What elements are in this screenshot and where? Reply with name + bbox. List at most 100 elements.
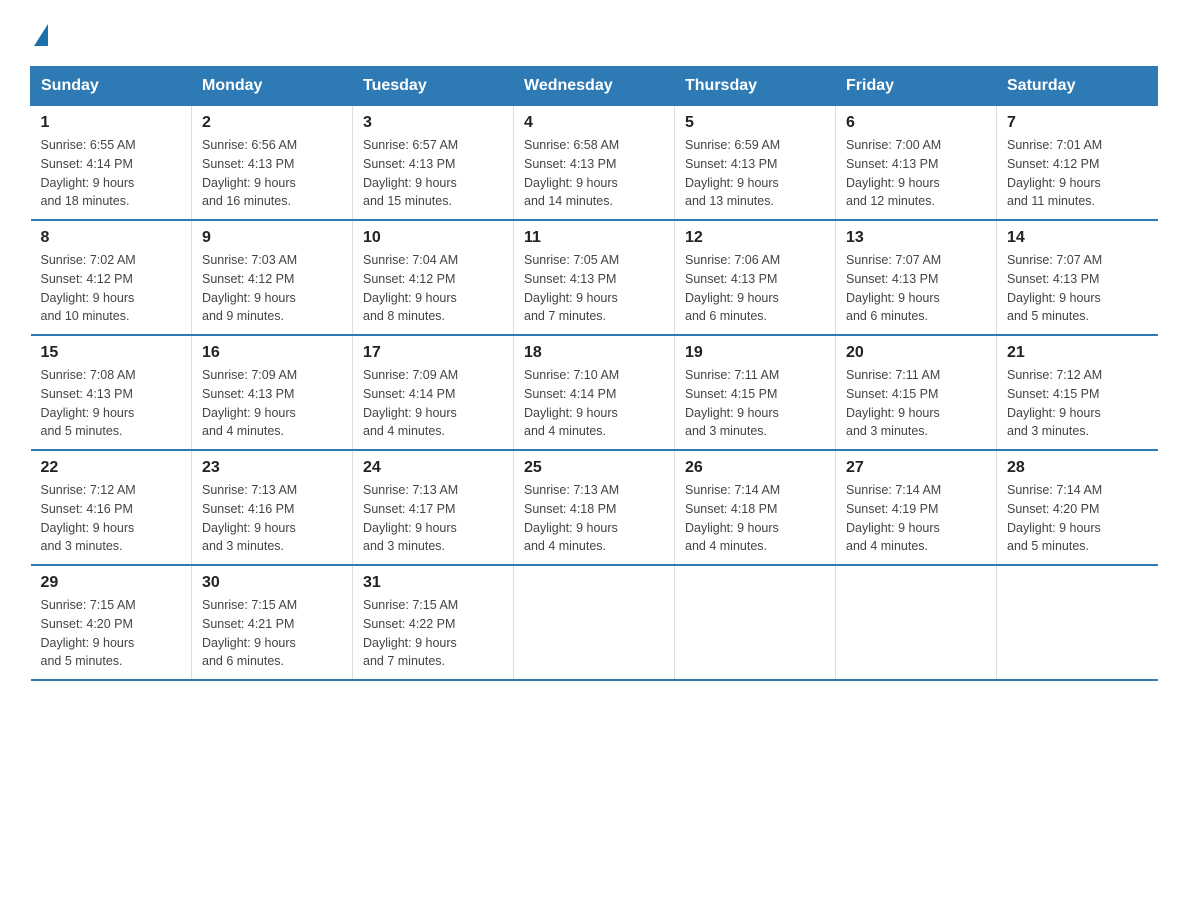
day-info: Sunrise: 6:56 AMSunset: 4:13 PMDaylight:…	[202, 136, 342, 211]
day-number: 10	[363, 229, 503, 247]
day-info: Sunrise: 7:13 AMSunset: 4:17 PMDaylight:…	[363, 481, 503, 556]
calendar-cell: 7 Sunrise: 7:01 AMSunset: 4:12 PMDaylight…	[997, 106, 1158, 221]
day-number: 1	[41, 114, 182, 132]
calendar-cell	[675, 565, 836, 680]
day-info: Sunrise: 7:12 AMSunset: 4:15 PMDaylight:…	[1007, 366, 1148, 441]
calendar-cell: 2 Sunrise: 6:56 AMSunset: 4:13 PMDaylight…	[192, 106, 353, 221]
header-wednesday: Wednesday	[514, 67, 675, 106]
day-number: 15	[41, 344, 182, 362]
calendar-cell: 10 Sunrise: 7:04 AMSunset: 4:12 PMDayligh…	[353, 220, 514, 335]
calendar-cell: 13 Sunrise: 7:07 AMSunset: 4:13 PMDayligh…	[836, 220, 997, 335]
calendar-cell	[514, 565, 675, 680]
calendar-cell: 16 Sunrise: 7:09 AMSunset: 4:13 PMDayligh…	[192, 335, 353, 450]
calendar-cell: 18Sunrise: 7:10 AMSunset: 4:14 PMDayligh…	[514, 335, 675, 450]
calendar-cell: 21 Sunrise: 7:12 AMSunset: 4:15 PMDayligh…	[997, 335, 1158, 450]
day-number: 5	[685, 114, 825, 132]
day-info: Sunrise: 7:15 AMSunset: 4:21 PMDaylight:…	[202, 596, 342, 671]
logo-triangle-icon	[34, 24, 48, 46]
day-info: Sunrise: 7:07 AMSunset: 4:13 PMDaylight:…	[846, 251, 986, 326]
day-info: Sunrise: 6:59 AMSunset: 4:13 PMDaylight:…	[685, 136, 825, 211]
header-thursday: Thursday	[675, 67, 836, 106]
day-info: Sunrise: 7:15 AMSunset: 4:22 PMDaylight:…	[363, 596, 503, 671]
day-number: 23	[202, 459, 342, 477]
day-info: Sunrise: 6:55 AMSunset: 4:14 PMDaylight:…	[41, 136, 182, 211]
calendar-cell: 9Sunrise: 7:03 AMSunset: 4:12 PMDaylight…	[192, 220, 353, 335]
day-info: Sunrise: 7:14 AMSunset: 4:18 PMDaylight:…	[685, 481, 825, 556]
calendar-table: SundayMondayTuesdayWednesdayThursdayFrid…	[30, 66, 1158, 681]
day-info: Sunrise: 7:01 AMSunset: 4:12 PMDaylight:…	[1007, 136, 1148, 211]
day-info: Sunrise: 7:02 AMSunset: 4:12 PMDaylight:…	[41, 251, 182, 326]
day-info: Sunrise: 7:08 AMSunset: 4:13 PMDaylight:…	[41, 366, 182, 441]
calendar-cell: 1 Sunrise: 6:55 AMSunset: 4:14 PMDaylight…	[31, 106, 192, 221]
day-number: 30	[202, 574, 342, 592]
day-number: 18	[524, 344, 664, 362]
day-info: Sunrise: 7:14 AMSunset: 4:20 PMDaylight:…	[1007, 481, 1148, 556]
calendar-week-row: 1 Sunrise: 6:55 AMSunset: 4:14 PMDaylight…	[31, 106, 1158, 221]
day-number: 17	[363, 344, 503, 362]
calendar-cell: 15 Sunrise: 7:08 AMSunset: 4:13 PMDayligh…	[31, 335, 192, 450]
day-number: 25	[524, 459, 664, 477]
day-number: 28	[1007, 459, 1148, 477]
day-number: 21	[1007, 344, 1148, 362]
calendar-cell: 30 Sunrise: 7:15 AMSunset: 4:21 PMDayligh…	[192, 565, 353, 680]
day-number: 4	[524, 114, 664, 132]
day-info: Sunrise: 7:14 AMSunset: 4:19 PMDaylight:…	[846, 481, 986, 556]
day-number: 7	[1007, 114, 1148, 132]
calendar-cell: 23Sunrise: 7:13 AMSunset: 4:16 PMDayligh…	[192, 450, 353, 565]
day-info: Sunrise: 7:06 AMSunset: 4:13 PMDaylight:…	[685, 251, 825, 326]
day-number: 24	[363, 459, 503, 477]
calendar-cell: 14Sunrise: 7:07 AMSunset: 4:13 PMDayligh…	[997, 220, 1158, 335]
day-number: 9	[202, 229, 342, 247]
day-number: 16	[202, 344, 342, 362]
day-info: Sunrise: 7:05 AMSunset: 4:13 PMDaylight:…	[524, 251, 664, 326]
day-number: 2	[202, 114, 342, 132]
day-info: Sunrise: 7:12 AMSunset: 4:16 PMDaylight:…	[41, 481, 182, 556]
logo-wordmark	[32, 20, 48, 46]
day-info: Sunrise: 7:00 AMSunset: 4:13 PMDaylight:…	[846, 136, 986, 211]
calendar-cell: 4 Sunrise: 6:58 AMSunset: 4:13 PMDaylight…	[514, 106, 675, 221]
day-number: 13	[846, 229, 986, 247]
header-saturday: Saturday	[997, 67, 1158, 106]
calendar-week-row: 22 Sunrise: 7:12 AMSunset: 4:16 PMDayligh…	[31, 450, 1158, 565]
day-number: 22	[41, 459, 182, 477]
calendar-week-row: 29 Sunrise: 7:15 AMSunset: 4:20 PMDayligh…	[31, 565, 1158, 680]
calendar-cell: 3 Sunrise: 6:57 AMSunset: 4:13 PMDaylight…	[353, 106, 514, 221]
day-info: Sunrise: 6:57 AMSunset: 4:13 PMDaylight:…	[363, 136, 503, 211]
logo	[30, 20, 48, 46]
day-number: 3	[363, 114, 503, 132]
day-number: 26	[685, 459, 825, 477]
calendar-cell: 17 Sunrise: 7:09 AMSunset: 4:14 PMDayligh…	[353, 335, 514, 450]
day-number: 29	[41, 574, 182, 592]
header-friday: Friday	[836, 67, 997, 106]
calendar-cell: 31 Sunrise: 7:15 AMSunset: 4:22 PMDayligh…	[353, 565, 514, 680]
calendar-cell: 6 Sunrise: 7:00 AMSunset: 4:13 PMDaylight…	[836, 106, 997, 221]
calendar-cell: 25 Sunrise: 7:13 AMSunset: 4:18 PMDayligh…	[514, 450, 675, 565]
day-info: Sunrise: 7:04 AMSunset: 4:12 PMDaylight:…	[363, 251, 503, 326]
day-number: 31	[363, 574, 503, 592]
day-info: Sunrise: 7:15 AMSunset: 4:20 PMDaylight:…	[41, 596, 182, 671]
calendar-cell: 8 Sunrise: 7:02 AMSunset: 4:12 PMDaylight…	[31, 220, 192, 335]
day-info: Sunrise: 7:09 AMSunset: 4:14 PMDaylight:…	[363, 366, 503, 441]
header-sunday: Sunday	[31, 67, 192, 106]
day-number: 11	[524, 229, 664, 247]
day-info: Sunrise: 6:58 AMSunset: 4:13 PMDaylight:…	[524, 136, 664, 211]
day-number: 14	[1007, 229, 1148, 247]
day-number: 19	[685, 344, 825, 362]
calendar-cell: 28 Sunrise: 7:14 AMSunset: 4:20 PMDayligh…	[997, 450, 1158, 565]
day-number: 20	[846, 344, 986, 362]
calendar-week-row: 15 Sunrise: 7:08 AMSunset: 4:13 PMDayligh…	[31, 335, 1158, 450]
day-info: Sunrise: 7:09 AMSunset: 4:13 PMDaylight:…	[202, 366, 342, 441]
day-number: 8	[41, 229, 182, 247]
day-info: Sunrise: 7:11 AMSunset: 4:15 PMDaylight:…	[846, 366, 986, 441]
page-header	[30, 20, 1158, 46]
calendar-cell: 26 Sunrise: 7:14 AMSunset: 4:18 PMDayligh…	[675, 450, 836, 565]
calendar-header-row: SundayMondayTuesdayWednesdayThursdayFrid…	[31, 67, 1158, 106]
calendar-cell: 20 Sunrise: 7:11 AMSunset: 4:15 PMDayligh…	[836, 335, 997, 450]
header-monday: Monday	[192, 67, 353, 106]
header-tuesday: Tuesday	[353, 67, 514, 106]
day-number: 12	[685, 229, 825, 247]
day-number: 6	[846, 114, 986, 132]
calendar-week-row: 8 Sunrise: 7:02 AMSunset: 4:12 PMDaylight…	[31, 220, 1158, 335]
day-info: Sunrise: 7:11 AMSunset: 4:15 PMDaylight:…	[685, 366, 825, 441]
day-info: Sunrise: 7:13 AMSunset: 4:18 PMDaylight:…	[524, 481, 664, 556]
